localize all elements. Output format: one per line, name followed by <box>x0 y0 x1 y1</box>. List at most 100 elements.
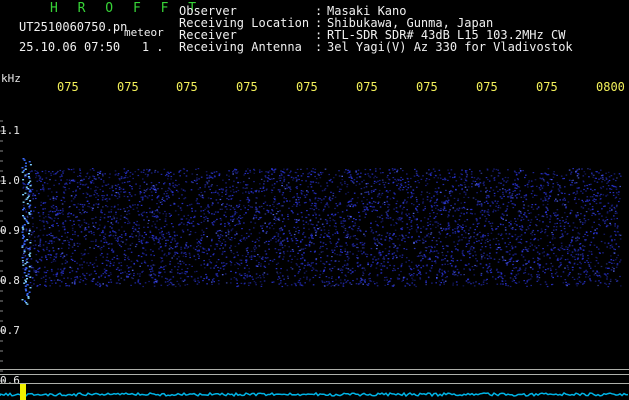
noise-dot <box>495 269 498 271</box>
noise-dot <box>166 173 168 175</box>
noise-dot <box>246 264 248 266</box>
noise-dot <box>588 264 590 266</box>
noise-dot <box>593 198 595 200</box>
noise-dot <box>317 182 320 184</box>
noise-dot <box>73 223 75 225</box>
noise-dot <box>382 226 384 228</box>
noise-dot <box>568 250 571 252</box>
noise-dot <box>575 283 578 285</box>
noise-dot <box>300 175 303 177</box>
noise-dot <box>416 201 418 203</box>
noise-dot <box>219 223 222 225</box>
noise-dot <box>41 178 44 180</box>
noise-dot <box>45 216 47 218</box>
noise-dot <box>600 193 602 195</box>
noise-dot <box>246 187 248 189</box>
noise-dot <box>494 278 497 280</box>
noise-dot <box>75 194 77 196</box>
noise-dot <box>196 183 198 185</box>
noise-dot <box>40 201 43 203</box>
noise-dot <box>254 245 256 247</box>
noise-dot <box>278 276 280 278</box>
noise-dot <box>542 200 544 202</box>
noise-dot <box>343 231 345 234</box>
noise-dot <box>427 224 429 227</box>
noise-dot <box>230 205 232 207</box>
noise-dot <box>225 192 228 194</box>
noise-dot <box>428 192 431 194</box>
noise-dot <box>257 218 260 220</box>
noise-dot <box>61 212 63 214</box>
noise-dot <box>443 270 446 272</box>
noise-dot <box>143 181 146 183</box>
noise-dot <box>571 245 574 247</box>
noise-dot <box>374 188 377 191</box>
noise-dot <box>240 240 242 242</box>
noise-dot <box>43 271 46 273</box>
noise-band <box>22 168 622 288</box>
noise-dot <box>392 285 395 287</box>
noise-dot <box>105 272 108 275</box>
noise-dot <box>470 283 472 285</box>
noise-dot <box>480 254 483 256</box>
noise-dot <box>99 283 101 285</box>
noise-dot <box>266 209 268 211</box>
noise-dot <box>456 209 458 211</box>
noise-dot <box>293 226 296 228</box>
noise-dot <box>461 188 463 191</box>
noise-dot <box>368 175 370 177</box>
noise-dot <box>102 238 105 240</box>
noise-dot <box>476 204 479 206</box>
noise-dot <box>273 236 275 238</box>
noise-dot <box>73 280 76 282</box>
noise-dot <box>319 177 322 179</box>
noise-dot <box>519 269 522 271</box>
noise-dot <box>567 201 570 203</box>
noise-dot <box>36 227 38 229</box>
noise-dot <box>185 181 187 183</box>
noise-dot <box>32 198 35 200</box>
noise-dot <box>532 268 534 270</box>
noise-dot <box>230 237 233 239</box>
noise-dot <box>540 228 543 230</box>
noise-dot <box>490 187 492 189</box>
noise-dot <box>613 173 616 175</box>
noise-dot <box>573 278 576 280</box>
noise-dot <box>347 201 349 203</box>
noise-dot <box>497 261 500 263</box>
noise-dot <box>429 223 431 225</box>
noise-dot <box>177 283 180 285</box>
noise-dot <box>615 266 618 268</box>
noise-dot <box>390 224 392 226</box>
noise-dot <box>544 196 546 198</box>
noise-dot <box>540 173 543 175</box>
noise-dot <box>244 275 247 277</box>
noise-dot <box>286 169 288 171</box>
noise-dot <box>509 191 511 194</box>
noise-dot <box>554 273 557 275</box>
noise-dot <box>565 218 567 220</box>
noise-dot <box>538 263 541 266</box>
noise-dot <box>532 172 535 174</box>
noise-dot <box>583 218 586 220</box>
noise-dot <box>38 175 40 177</box>
noise-dot <box>283 197 285 199</box>
noise-dot <box>323 236 325 238</box>
noise-dot <box>521 216 523 218</box>
noise-dot <box>573 192 575 194</box>
noise-dot <box>283 239 286 241</box>
noise-dot <box>493 168 495 170</box>
noise-dot <box>320 229 323 231</box>
noise-dot <box>318 209 320 211</box>
noise-dot <box>144 190 147 192</box>
noise-dot <box>447 270 450 272</box>
noise-dot <box>433 177 436 179</box>
noise-dot <box>61 263 64 265</box>
noise-dot <box>378 253 380 255</box>
noise-dot <box>452 176 454 179</box>
noise-dot <box>349 216 352 218</box>
noise-dot <box>246 196 249 199</box>
noise-dot <box>43 190 45 192</box>
noise-dot <box>393 246 395 248</box>
noise-dot <box>336 205 339 207</box>
